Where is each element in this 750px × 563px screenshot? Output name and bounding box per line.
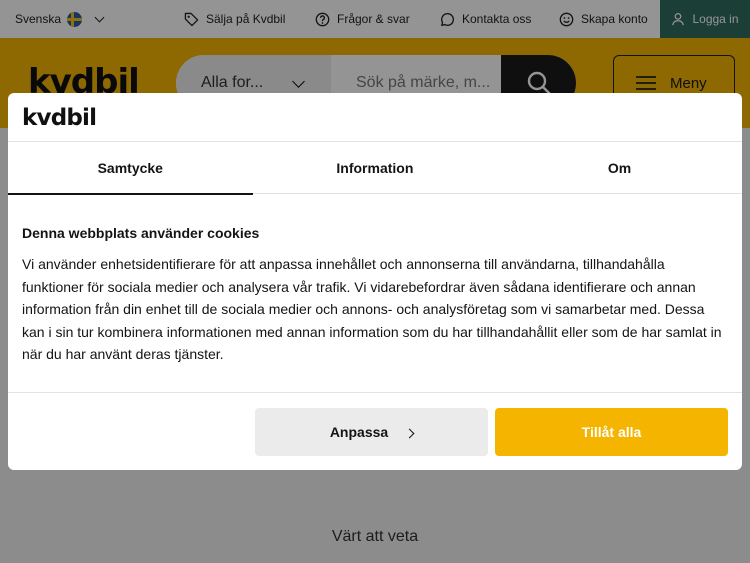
tab-about[interactable]: Om xyxy=(497,142,742,194)
customize-button[interactable]: Anpassa xyxy=(255,408,488,456)
tab-consent[interactable]: Samtycke xyxy=(8,142,253,195)
chevron-right-icon xyxy=(404,428,415,438)
customize-label: Anpassa xyxy=(329,424,389,440)
cookie-consent-dialog: kvdbil Samtycke Information Om Denna web… xyxy=(8,93,742,470)
allow-all-label: Tillåt alla xyxy=(581,424,642,440)
tab-information[interactable]: Information xyxy=(253,142,498,194)
dialog-logo: kvdbil xyxy=(22,105,97,131)
consent-tabs: Samtycke Information Om xyxy=(8,141,742,195)
dialog-title: Denna webbplats använder cookies xyxy=(22,225,260,241)
divider xyxy=(8,392,742,393)
allow-all-button[interactable]: Tillåt alla xyxy=(495,408,728,456)
dialog-body-text: Vi använder enhetsidentifierare för att … xyxy=(22,256,722,362)
